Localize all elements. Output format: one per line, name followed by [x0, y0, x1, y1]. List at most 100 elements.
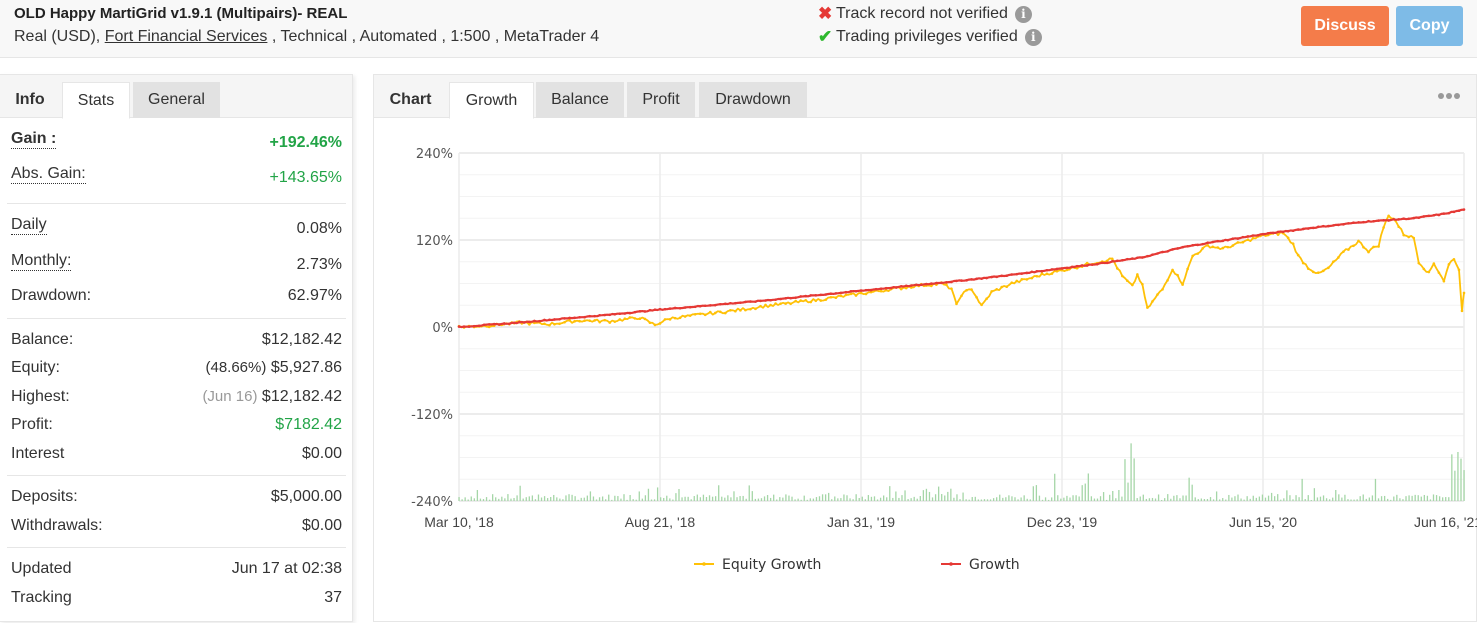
- volume-bar: [718, 485, 720, 501]
- volume-bar: [653, 499, 656, 501]
- x-icon: ✖: [818, 4, 833, 23]
- volume-bar: [1377, 498, 1380, 501]
- volume-bar: [1105, 499, 1108, 501]
- data-point: [1347, 248, 1350, 251]
- data-point: [1422, 215, 1426, 218]
- data-point: [1236, 237, 1240, 240]
- volume-bar: [1044, 497, 1047, 501]
- data-point: [1442, 212, 1446, 215]
- info-icon[interactable]: i: [1024, 28, 1042, 46]
- volume-bar: [1200, 498, 1202, 501]
- data-point: [804, 294, 808, 298]
- copy-button[interactable]: Copy: [1396, 6, 1463, 46]
- volume-bar: [1102, 492, 1105, 501]
- data-point: [1397, 225, 1400, 229]
- volume-bar: [577, 499, 579, 501]
- profit-label: Profit:: [11, 416, 53, 433]
- volume-bar: [980, 499, 983, 501]
- volume-bar: [702, 494, 705, 501]
- growth-chart[interactable]: 240% 120% 0% -120% -240% Mar 10, '18 Aug…: [374, 75, 1477, 623]
- monthly-label[interactable]: Monthly:: [11, 252, 72, 271]
- gain-label[interactable]: Gain :: [11, 130, 57, 149]
- data-point: [960, 294, 963, 298]
- data-point: [1206, 244, 1210, 247]
- volume-bar: [638, 491, 640, 501]
- abs-gain-label[interactable]: Abs. Gain:: [11, 165, 86, 184]
- volume-bar: [748, 485, 750, 501]
- daily-label[interactable]: Daily: [11, 216, 47, 235]
- legend-item-growth[interactable]: Growth: [941, 557, 1020, 573]
- volume-bar: [977, 499, 980, 501]
- volume-bar: [1096, 498, 1099, 501]
- data-point: [1382, 219, 1385, 222]
- data-point: [613, 312, 617, 316]
- volume-bar: [608, 494, 610, 501]
- data-point: [719, 310, 722, 314]
- volume-bar: [660, 497, 662, 501]
- check-icon: ✔: [818, 27, 833, 46]
- data-point: [633, 310, 637, 314]
- volume-bar: [1032, 486, 1034, 501]
- volume-bar: [705, 497, 708, 501]
- volume-bar: [647, 488, 650, 501]
- volume-bar: [1194, 497, 1196, 501]
- data-point: [543, 318, 546, 322]
- y-tick-label: -120%: [411, 408, 453, 423]
- data-point: [1291, 229, 1295, 232]
- volume-bar: [1316, 497, 1319, 501]
- data-point: [1397, 218, 1400, 221]
- tab-info[interactable]: Info: [0, 82, 60, 118]
- tab-general[interactable]: General: [133, 82, 220, 118]
- tab-stats[interactable]: Stats: [62, 82, 130, 119]
- volume-bar: [910, 498, 912, 501]
- data-point: [1362, 220, 1365, 224]
- data-point: [688, 305, 692, 309]
- data-point: [734, 309, 737, 313]
- legend-item-equity-growth[interactable]: Equity Growth: [694, 557, 821, 573]
- data-point: [1110, 257, 1114, 261]
- volume-bar: [913, 496, 915, 501]
- volume-bar: [1344, 494, 1346, 501]
- volume-bar: [1264, 497, 1267, 501]
- volume-bar: [999, 494, 1001, 501]
- volume-bar: [934, 494, 937, 501]
- volume-bar: [1066, 495, 1068, 501]
- x-tick-label: Jun 16, '21: [1414, 514, 1477, 530]
- data-point: [754, 307, 757, 311]
- data-point: [864, 292, 868, 296]
- data-point: [764, 299, 767, 302]
- data-point: [1151, 253, 1154, 256]
- divider: [7, 203, 346, 204]
- y-tick-label: -240%: [411, 495, 453, 510]
- daily-value: 0.08%: [296, 220, 342, 237]
- updated-value: Jun 17 at 02:38: [231, 560, 342, 577]
- volume-bar: [1160, 499, 1163, 501]
- volume-bar: [568, 494, 570, 501]
- data-point: [1030, 270, 1034, 274]
- chart-lines: [457, 208, 1466, 329]
- volume-bar: [559, 498, 561, 501]
- volume-bar: [543, 496, 546, 501]
- data-point: [1100, 261, 1104, 265]
- volume-bar: [492, 494, 494, 501]
- broker-link[interactable]: Fort Financial Services: [105, 28, 268, 45]
- data-point: [1372, 219, 1375, 223]
- discuss-button[interactable]: Discuss: [1301, 6, 1389, 46]
- data-point: [980, 303, 983, 307]
- volume-bar: [681, 497, 683, 501]
- volume-bar: [1099, 496, 1102, 501]
- data-point: [1452, 210, 1456, 214]
- volume-bar: [968, 499, 970, 501]
- volume-bar: [485, 497, 488, 501]
- data-point: [1352, 221, 1355, 225]
- info-icon[interactable]: i: [1014, 5, 1032, 23]
- volume-bar: [656, 487, 659, 501]
- volume-bar: [1338, 494, 1340, 501]
- data-point: [578, 319, 581, 323]
- stat-withdrawals: Withdrawals: $0.00: [11, 517, 342, 539]
- data-point: [749, 300, 752, 303]
- data-point: [864, 288, 868, 292]
- equity-percent: (48.66%): [205, 359, 267, 376]
- volume-bar: [1280, 499, 1282, 501]
- volume-bar: [1411, 495, 1413, 501]
